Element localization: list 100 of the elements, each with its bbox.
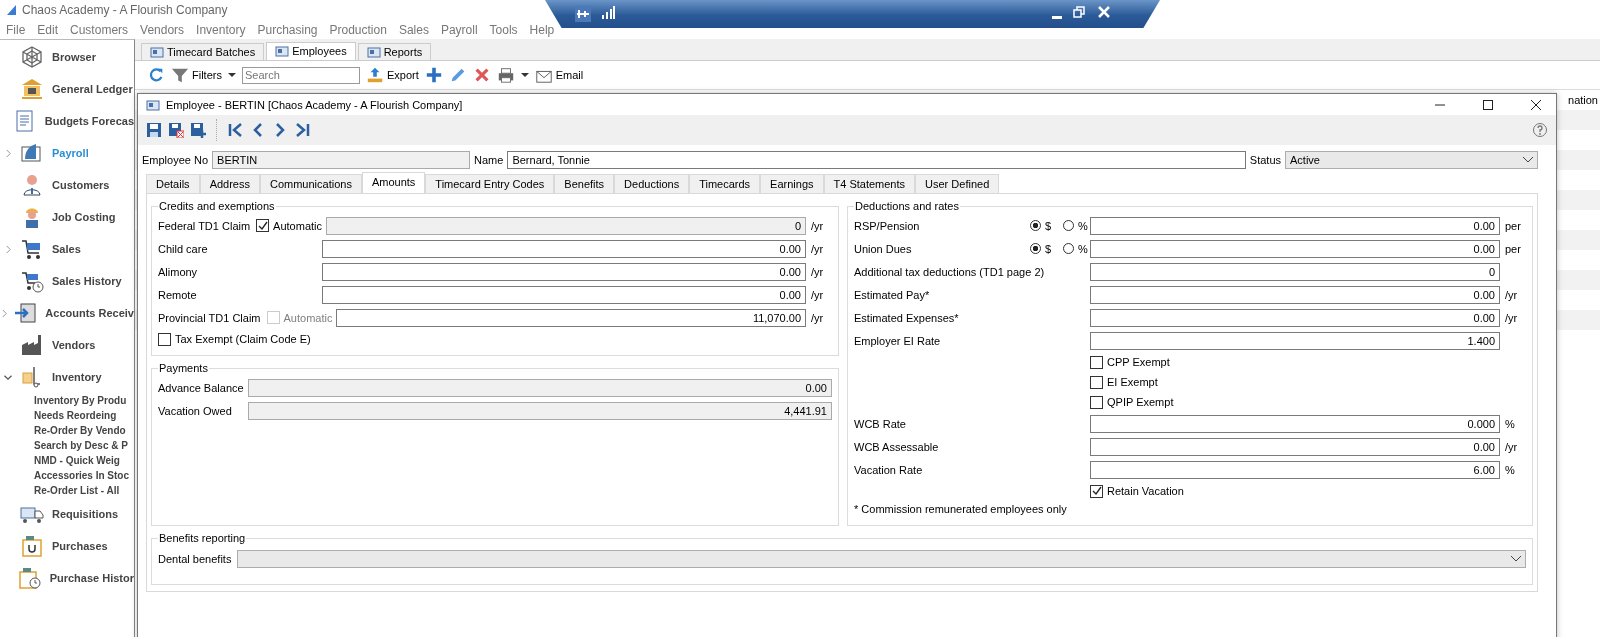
maximize-icon[interactable] (1482, 98, 1494, 111)
tab[interactable]: User Defined (915, 174, 1000, 193)
sidebar-item[interactable]: Customers (52, 179, 110, 191)
name-field[interactable]: Bernard, Tonnie (507, 151, 1246, 169)
filters-button[interactable]: Filters (171, 66, 222, 84)
caret-icon[interactable] (227, 71, 236, 79)
sidebar-item[interactable]: Purchases (52, 540, 108, 552)
menu-item[interactable]: Production (329, 22, 387, 37)
input-field[interactable]: 4,441.91 (248, 401, 832, 420)
input-field[interactable]: 0.00 (1090, 308, 1500, 327)
sidebar-item[interactable]: Sales (52, 243, 81, 255)
input-field[interactable]: 6.00 (1090, 460, 1500, 479)
sidebar-item[interactable]: Budgets Forecas (44, 115, 134, 127)
tab[interactable]: Earnings (760, 174, 824, 193)
radio-button[interactable] (1063, 243, 1074, 254)
tab[interactable]: Communications (260, 174, 362, 193)
input-field[interactable]: 0.00 (322, 285, 806, 304)
sidebar-item[interactable]: Purchase Histor (49, 572, 134, 584)
refresh-icon[interactable] (147, 66, 165, 84)
menu-item[interactable]: Vendors (140, 22, 185, 37)
sidebar-subitem[interactable]: NMD - Quick Weig (34, 453, 134, 468)
tab[interactable]: Employees (266, 42, 356, 60)
input-field[interactable]: 0.00 (1090, 239, 1500, 258)
menu-item[interactable]: File (6, 22, 26, 37)
sidebar-subitem[interactable]: Re-Order List - All (34, 483, 134, 498)
sidebar-subitem[interactable]: Re-Order By Vendo (34, 423, 134, 438)
tab[interactable]: Deductions (614, 174, 690, 193)
radio-button[interactable] (1030, 243, 1041, 254)
tab[interactable]: Timecard Batches (141, 43, 265, 60)
menu-item[interactable]: Purchasing (257, 22, 318, 37)
input-field[interactable]: 0.00 (1090, 216, 1500, 235)
tab[interactable]: T4 Statements (823, 174, 916, 193)
checkbox[interactable] (1090, 355, 1103, 369)
pin-icon[interactable] (575, 6, 591, 22)
checkbox[interactable] (158, 332, 171, 346)
checkbox[interactable] (256, 219, 270, 232)
menu-item[interactable]: Payroll (440, 22, 478, 37)
menu-item[interactable]: Sales (398, 22, 429, 37)
tab-icon (275, 45, 290, 57)
last-record-icon[interactable] (294, 122, 310, 138)
radio-button[interactable] (1030, 220, 1041, 231)
unit-label: /yr (1504, 311, 1519, 324)
tab[interactable]: Benefits (554, 174, 615, 193)
column-header[interactable]: nation (1568, 94, 1598, 106)
sidebar-item[interactable]: Accounts Receiv (45, 307, 134, 319)
menu-item[interactable]: Help (529, 22, 555, 37)
checkbox[interactable] (1090, 484, 1103, 498)
sidebar-item[interactable]: Sales History (52, 275, 122, 287)
save-new-icon[interactable] (190, 122, 206, 138)
window-title: Employee - BERTIN [Chaos Academy - A Flourish Company] (166, 98, 463, 111)
email-button[interactable]: Email (534, 66, 584, 84)
sidebar-item[interactable]: Vendors (52, 339, 96, 351)
sidebar-subitem[interactable]: Needs Reordeing (34, 408, 134, 423)
app-logo-icon (6, 4, 18, 16)
input-field[interactable]: 0.000 (1090, 414, 1500, 433)
input-field[interactable]: 1.400 (1090, 331, 1500, 350)
checkbox[interactable] (1090, 395, 1103, 409)
sidebar-item[interactable]: Payroll (52, 147, 89, 159)
save-close-icon[interactable] (168, 122, 184, 138)
tab[interactable]: Address (199, 174, 260, 193)
sidebar-item[interactable]: General Ledger (52, 83, 133, 95)
printer-icon[interactable] (496, 66, 515, 84)
tab[interactable]: Amounts (361, 172, 426, 193)
save-icon[interactable] (146, 122, 162, 138)
status-dropdown[interactable]: Active (1285, 151, 1538, 169)
input-field[interactable]: 0.00 (322, 239, 806, 258)
menu-item[interactable]: Inventory (196, 22, 246, 37)
input-field[interactable]: 0.00 (1090, 437, 1500, 456)
menu-item[interactable]: Tools (489, 22, 518, 37)
add-icon[interactable] (424, 66, 443, 84)
tab[interactable]: Timecard Entry Codes (425, 174, 555, 193)
tab[interactable]: Reports (357, 43, 432, 60)
sidebar-item[interactable]: Browser (52, 51, 97, 63)
radio-button[interactable] (1063, 220, 1074, 231)
input-field[interactable]: 0 (1090, 262, 1500, 281)
menu-item[interactable]: Edit (37, 22, 59, 37)
input-field[interactable]: 0.00 (322, 262, 806, 281)
sidebar-item[interactable]: Requisitions (52, 508, 118, 520)
close-icon[interactable] (1530, 98, 1542, 111)
sidebar-subitem[interactable]: Accessories In Stoc (34, 468, 134, 483)
input-field[interactable]: 0.00 (1090, 285, 1500, 304)
help-icon[interactable] (1532, 122, 1548, 138)
tab[interactable]: Details (146, 174, 200, 193)
menu-item[interactable]: Customers (70, 22, 129, 37)
sidebar-subitem[interactable]: Search by Desc & P (34, 438, 134, 453)
sidebar-subitem[interactable]: Inventory By Produ (34, 393, 134, 408)
employee-number-field[interactable]: BERTIN (212, 151, 471, 169)
input-field[interactable]: 0 (326, 216, 806, 235)
checkbox[interactable] (1090, 375, 1103, 389)
first-record-icon[interactable] (228, 122, 244, 138)
caret-icon[interactable] (520, 71, 529, 79)
restore-icon[interactable] (1073, 6, 1085, 18)
input-field[interactable]: 11,070.00 (336, 308, 806, 327)
sidebar-item[interactable]: Job Costing (52, 211, 116, 223)
export-button[interactable]: Export (365, 66, 419, 84)
input-field[interactable]: 0.00 (248, 378, 832, 397)
tab[interactable]: Timecards (689, 174, 761, 193)
sidebar-item[interactable]: Inventory (52, 371, 102, 383)
search-field[interactable]: Search (241, 66, 360, 84)
chevron-down-icon[interactable] (4, 373, 12, 381)
